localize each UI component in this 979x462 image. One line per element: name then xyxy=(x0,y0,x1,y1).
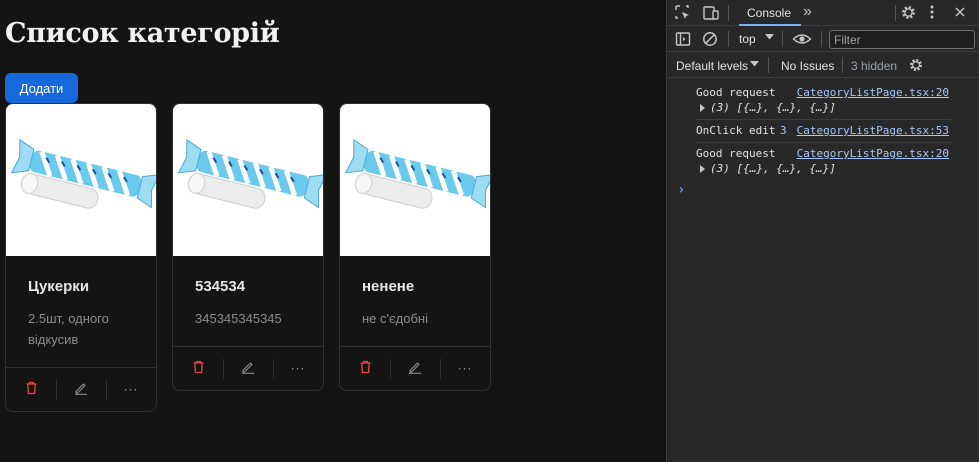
hidden-count: 3 hidden xyxy=(851,59,898,73)
card-actions: ··· xyxy=(173,346,323,390)
divider xyxy=(768,57,769,73)
device-toolbar-icon[interactable] xyxy=(702,4,720,22)
category-list-page: Список категорій Додати Цукерки 2.5шт, о… xyxy=(0,0,666,462)
tab-console[interactable]: Console xyxy=(737,0,801,26)
divider xyxy=(696,142,951,143)
log-source-link[interactable]: CategoryListPage.tsx:20 xyxy=(797,147,949,160)
expand-triangle-icon[interactable] xyxy=(700,104,705,112)
more-button[interactable]: ··· xyxy=(273,347,323,390)
sidebar-toggle-icon[interactable] xyxy=(675,31,691,47)
divider xyxy=(696,119,951,120)
category-description: не с'єдобні xyxy=(362,311,428,326)
page-title: Список категорій xyxy=(5,18,280,49)
settings-gear-icon[interactable] xyxy=(900,4,917,21)
delete-button[interactable] xyxy=(173,347,223,390)
kebab-menu-icon[interactable] xyxy=(929,4,935,20)
divider xyxy=(782,31,783,47)
trash-icon xyxy=(359,359,372,378)
category-card: ненене не с'єдобні ··· xyxy=(339,103,491,391)
pencil-icon xyxy=(74,380,88,399)
console-log-entry: Good request CategoryListPage.tsx:20 (3)… xyxy=(667,147,979,181)
expand-triangle-icon[interactable] xyxy=(700,165,705,173)
category-card: Цукерки 2.5шт, одного відкусив ··· xyxy=(5,103,157,412)
category-name: 534534 xyxy=(195,278,246,295)
edit-button[interactable] xyxy=(390,347,440,390)
more-tabs-icon[interactable]: » xyxy=(803,3,812,21)
add-category-button[interactable]: Додати xyxy=(5,73,78,103)
dropdown-caret-icon[interactable] xyxy=(750,61,759,67)
more-button[interactable]: ··· xyxy=(106,368,156,411)
console-toolbar: top xyxy=(667,26,979,52)
category-card: 534534 345345345345 ··· xyxy=(172,103,324,391)
category-name: Цукерки xyxy=(28,278,90,295)
inspect-element-icon[interactable] xyxy=(674,4,692,22)
clear-console-icon[interactable] xyxy=(702,31,718,47)
ellipsis-icon: ··· xyxy=(123,382,139,397)
trash-icon xyxy=(25,380,38,399)
edit-button[interactable] xyxy=(223,347,273,390)
trash-icon xyxy=(192,359,205,378)
more-button[interactable]: ··· xyxy=(440,347,490,390)
console-prompt-icon[interactable]: › xyxy=(677,182,685,198)
log-repeat-count: 3 xyxy=(780,124,787,137)
card-actions: ··· xyxy=(340,346,490,390)
close-icon[interactable] xyxy=(953,5,967,19)
category-description: 2.5шт, одного відкусив xyxy=(28,311,109,347)
console-levels-bar: Default levels No Issues 3 hidden xyxy=(667,52,979,78)
log-message: Good request xyxy=(696,86,776,99)
candy-image xyxy=(6,104,156,256)
devtools-panel: Console » top Default levels xyxy=(666,0,979,462)
category-name: ненене xyxy=(362,278,415,295)
console-settings-gear-icon[interactable] xyxy=(908,57,924,73)
divider xyxy=(842,57,843,73)
log-object-preview[interactable]: (3) [{…}, {…}, {…}] xyxy=(710,101,836,114)
delete-button[interactable] xyxy=(6,368,56,411)
ellipsis-icon: ··· xyxy=(457,361,473,376)
ellipsis-icon: ··· xyxy=(290,361,306,376)
divider xyxy=(728,31,729,47)
edit-button[interactable] xyxy=(56,368,106,411)
log-source-link[interactable]: CategoryListPage.tsx:53 xyxy=(797,124,949,137)
candy-image xyxy=(173,104,323,256)
log-message: OnClick edit xyxy=(696,124,776,137)
divider xyxy=(728,5,729,21)
devtools-tab-bar: Console » xyxy=(667,0,979,26)
pencil-icon xyxy=(241,359,255,378)
console-log-entry: OnClick edit 3 CategoryListPage.tsx:53 xyxy=(667,124,979,142)
candy-image xyxy=(340,104,490,256)
context-selector[interactable]: top xyxy=(739,32,756,46)
log-source-link[interactable]: CategoryListPage.tsx:20 xyxy=(797,86,949,99)
category-description: 345345345345 xyxy=(195,311,282,326)
log-message: Good request xyxy=(696,147,776,160)
console-log-entry: Good request CategoryListPage.tsx:20 (3)… xyxy=(667,86,979,120)
dropdown-caret-icon[interactable] xyxy=(765,34,774,40)
log-levels-dropdown[interactable]: Default levels xyxy=(676,59,748,73)
pencil-icon xyxy=(408,359,422,378)
issues-button[interactable]: No Issues xyxy=(781,59,834,73)
divider xyxy=(821,31,822,47)
filter-input[interactable] xyxy=(829,30,975,49)
live-expression-eye-icon[interactable] xyxy=(792,31,812,47)
log-object-preview[interactable]: (3) [{…}, {…}, {…}] xyxy=(710,162,836,175)
delete-button[interactable] xyxy=(340,347,390,390)
card-actions: ··· xyxy=(6,367,156,411)
divider xyxy=(895,5,896,21)
